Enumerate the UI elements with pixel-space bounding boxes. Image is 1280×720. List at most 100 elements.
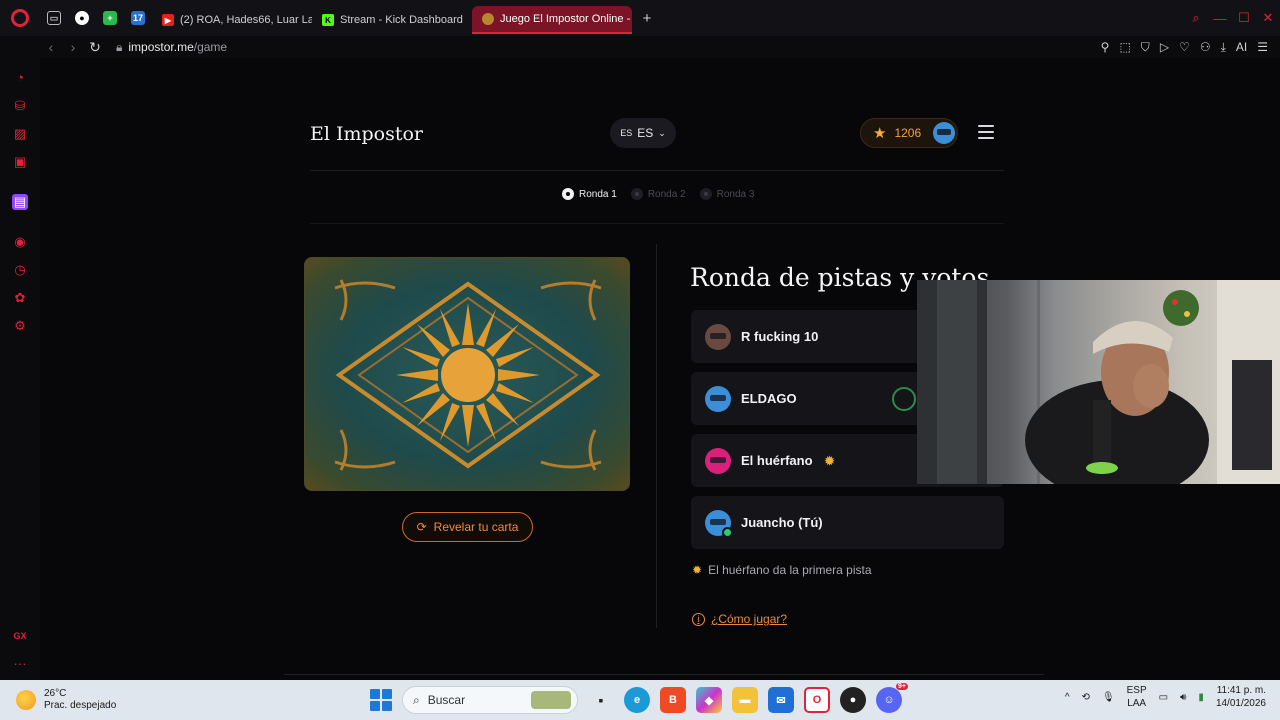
network-icon[interactable]: ▭ [1159, 692, 1168, 703]
tab-label: Stream - Kick Dashboard [340, 14, 463, 26]
speed-dial-icon[interactable]: ◔ [12, 70, 28, 86]
search-icon: ⌕ [413, 692, 420, 707]
pinned-tab-17[interactable]: 17 [124, 0, 152, 36]
round-step-1: Ronda 1 [562, 188, 617, 200]
chevron-down-icon: ⌄ [658, 127, 666, 138]
how-to-play-link[interactable]: i ¿Cómo jugar? [692, 612, 787, 626]
pinned-tab-record[interactable]: ● [68, 0, 96, 36]
history-icon[interactable]: ◷ [12, 262, 28, 278]
vote-button[interactable] [892, 387, 916, 411]
sync-icon[interactable]: ⟲ [1082, 692, 1090, 703]
divider [310, 170, 1004, 171]
brand-logo[interactable]: El Impostor [310, 123, 423, 145]
score-badge[interactable]: ★ 1206 [860, 118, 958, 148]
file-explorer-icon[interactable]: ▬ [732, 687, 758, 713]
maximize-button[interactable]: ☐ [1232, 10, 1256, 26]
round-label: Ronda 2 [647, 188, 686, 200]
record-icon: ● [75, 11, 89, 25]
gx-corner-icon[interactable]: ▨ [12, 126, 28, 142]
webcam-overlay [917, 280, 1280, 484]
reload-button[interactable]: ↻ [84, 39, 106, 56]
clock-time: 11:41 p. m. [1216, 685, 1266, 696]
close-button[interactable]: ✕ [1256, 10, 1280, 26]
twitch-icon[interactable]: ▤ [12, 194, 28, 210]
discord-icon[interactable]: ☺ 9+ [876, 683, 908, 713]
brave-icon[interactable]: B [660, 687, 686, 713]
reveal-card-button[interactable]: ⟳ Revelar tu carta [402, 512, 533, 542]
player-name: ELDAGO [741, 391, 797, 406]
account-icon[interactable]: ⚇ [1200, 40, 1211, 55]
pinned-tab-gamepad[interactable]: ▭ [40, 0, 68, 36]
opera-gx-icon[interactable]: O [804, 687, 830, 713]
task-view-icon[interactable]: ▪ [588, 687, 614, 713]
forward-button[interactable]: › [62, 39, 84, 55]
messenger-icon[interactable]: ▣ [12, 154, 28, 170]
gx-control-icon[interactable]: ⛁ [12, 98, 28, 114]
windows-start-button[interactable] [370, 689, 392, 711]
player-sidebar-icon[interactable]: ◉ [12, 234, 28, 250]
tab-label: (2) ROA, Hades66, Luar La [180, 14, 312, 26]
tab-impostor[interactable]: Juego El Impostor Online - [472, 6, 632, 34]
heart-icon[interactable]: ♡ [1179, 40, 1190, 55]
extensions-icon[interactable]: ✿ [12, 290, 28, 306]
opera-menu-icon[interactable] [0, 0, 40, 36]
edge-icon[interactable]: e [624, 687, 650, 713]
input-language[interactable]: ESP LAA [1127, 684, 1147, 710]
player-row[interactable]: Juancho (Tú) [691, 496, 1004, 549]
more-icon[interactable]: ··· [12, 656, 28, 672]
url-path: /game [193, 40, 228, 54]
plus-app-icon: + [103, 11, 117, 25]
outlook-icon[interactable]: ✉ [768, 687, 794, 713]
score-value: 1206 [894, 126, 922, 140]
column-divider [656, 244, 657, 628]
shield-icon[interactable]: ⛉ [1141, 40, 1150, 55]
taskbar-apps: ⌕ Buscar ▪ e B ◆ ▬ ✉ O ● ☺ 9+ [370, 683, 908, 714]
tab-kick[interactable]: K Stream - Kick Dashboard [312, 6, 472, 34]
microphone-icon[interactable]: 🎙︎ [1102, 692, 1115, 703]
round-label: Ronda 1 [579, 188, 617, 200]
divider [284, 674, 1044, 675]
pinned-tab-plus-app[interactable]: + [96, 0, 124, 36]
snapshot-icon[interactable]: ⬚ [1119, 40, 1130, 55]
chevron-up-icon[interactable]: ^ [1065, 692, 1070, 703]
secret-card[interactable] [304, 257, 630, 491]
battery-icon[interactable]: ▮ [1198, 692, 1204, 703]
obs-icon[interactable]: ● [840, 687, 866, 713]
check-icon [722, 526, 733, 538]
back-button[interactable]: ‹ [40, 39, 62, 55]
weather-widget[interactable]: 26°C Prac. despejado [0, 688, 200, 712]
minimize-button[interactable]: — [1208, 11, 1232, 26]
round-label: Ronda 3 [716, 188, 755, 200]
clock[interactable]: 11:41 p. m. 14/01/2026 [1216, 684, 1266, 710]
menu-icon[interactable]: ☰ [1257, 40, 1268, 55]
round-stepper: Ronda 1 Ronda 2 Ronda 3 [562, 188, 754, 200]
tab-youtube[interactable]: ▶ (2) ROA, Hades66, Luar La [152, 6, 312, 34]
window-controls: ⌕ — ☐ ✕ [1184, 0, 1280, 36]
copilot-icon[interactable]: ◆ [696, 687, 722, 713]
windows-taskbar: 26°C Prac. despejado ⌕ Buscar ▪ e B ◆ ▬ … [0, 680, 1280, 720]
volume-icon[interactable]: 🔊︎ [1180, 692, 1186, 703]
download-icon[interactable]: ⤓ [1221, 40, 1226, 55]
kick-icon: K [322, 14, 334, 26]
browser-sidebar: ◔ ⛁ ▨ ▣ ▤ ◉ ◷ ✿ ⚙ GX ··· [0, 58, 40, 680]
17-app-icon: 17 [131, 11, 145, 25]
new-tab-button[interactable]: + [636, 7, 658, 29]
round-step-3: Ronda 3 [699, 188, 755, 200]
es-flag-icon: ES [620, 128, 633, 138]
url-field[interactable]: 🔒︎ impostor.me/game [116, 40, 227, 55]
lang-layout: LAA [1127, 698, 1147, 709]
ai-button[interactable]: AI [1236, 40, 1247, 55]
language-selector[interactable]: ES ES ⌄ [610, 118, 676, 148]
turn-hint: ✹ El huérfano da la primera pista [692, 563, 872, 577]
pin-icon[interactable]: ⚲ [1101, 40, 1110, 55]
settings-icon[interactable]: ⚙ [12, 318, 28, 334]
player-icon[interactable]: ▷ [1160, 40, 1169, 55]
address-bar: ‹ › ↻ 🔒︎ impostor.me/game ⚲ ⬚ ⛉ ▷ ♡ ⚇ ⤓ … [40, 36, 1280, 58]
star-icon: ★ [873, 125, 887, 142]
taskbar-search[interactable]: ⌕ Buscar [402, 686, 578, 714]
url-host: impostor.me [128, 40, 194, 54]
gx-label[interactable]: GX [12, 628, 28, 644]
gamepad-icon: ▭ [47, 11, 61, 25]
search-tabs-icon[interactable]: ⌕ [1184, 10, 1208, 26]
hamburger-menu-button[interactable] [978, 125, 994, 139]
